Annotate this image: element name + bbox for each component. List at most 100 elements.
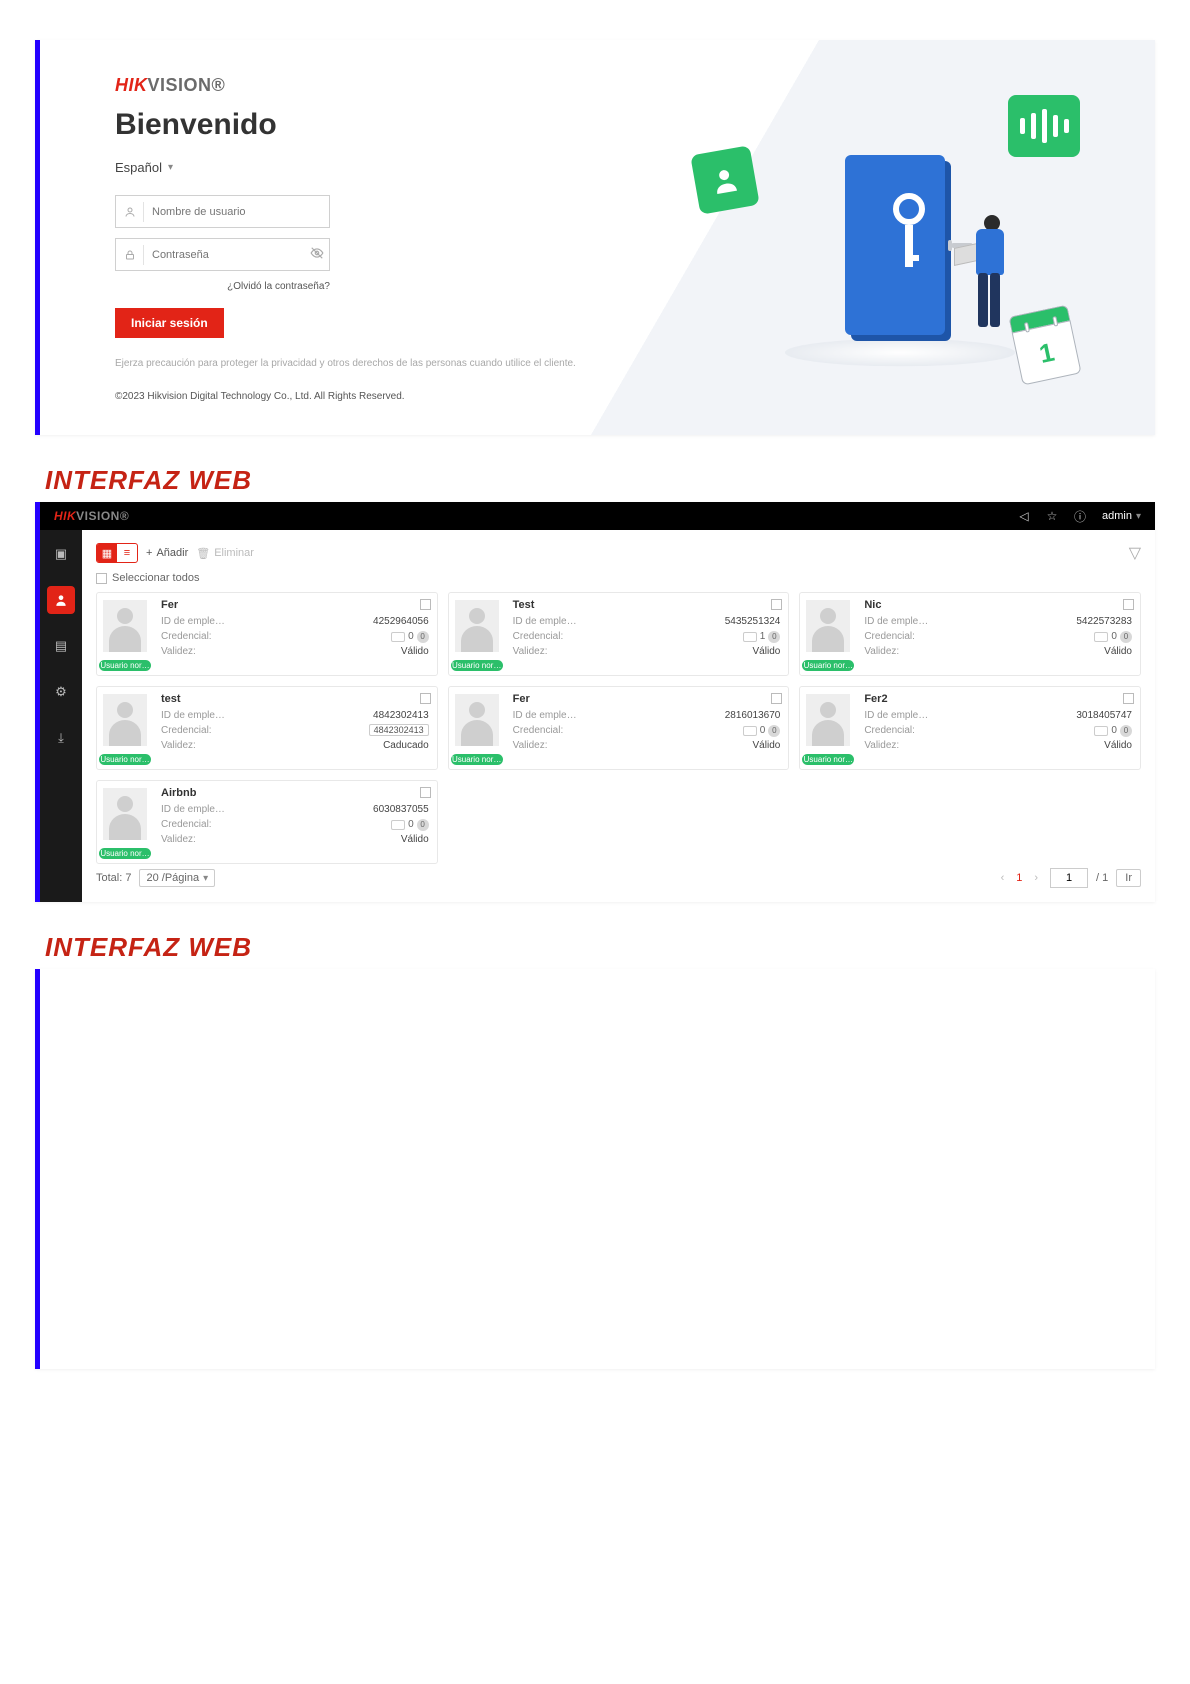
nav-settings-icon[interactable]: ⚙	[47, 678, 75, 706]
chevron-down-icon: ▾	[1136, 511, 1141, 522]
password-input[interactable]	[144, 249, 305, 261]
language-value: Español	[115, 160, 162, 175]
card-checkbox[interactable]	[1123, 693, 1134, 704]
select-all-row[interactable]: Seleccionar todos	[96, 572, 1141, 584]
avatar-placeholder	[455, 694, 499, 746]
nav-users-icon[interactable]	[47, 586, 75, 614]
card-checkbox[interactable]	[420, 693, 431, 704]
user-type-badge: Usuario nor…	[802, 660, 854, 671]
empty-panel	[35, 969, 1155, 1369]
user-card[interactable]: Usuario nor… Fer ID de emple…2816013670 …	[448, 686, 790, 770]
credential-value: 0 0	[391, 631, 429, 643]
user-icon	[116, 202, 144, 222]
credential-value: 0 0	[1094, 725, 1132, 737]
user-name: Nic	[864, 599, 1132, 611]
brand-rest: VISION®	[148, 75, 226, 95]
go-button[interactable]: Ir	[1116, 869, 1141, 887]
user-type-badge: Usuario nor…	[99, 754, 151, 765]
person-illustration	[950, 215, 1015, 345]
grid-view-icon[interactable]: ▦	[97, 544, 117, 562]
section-title: INTERFAZ WEB	[45, 932, 1155, 963]
credential-label: Credencial:	[513, 631, 564, 642]
filter-icon[interactable]: ▽	[1129, 543, 1141, 563]
avatar-placeholder	[455, 600, 499, 652]
avatar-placeholder	[806, 600, 850, 652]
user-type-badge: Usuario nor…	[451, 754, 503, 765]
chevron-down-icon: ▾	[168, 162, 173, 173]
select-all-checkbox[interactable]	[96, 573, 107, 584]
id-label: ID de emple…	[513, 710, 577, 721]
id-label: ID de emple…	[864, 616, 928, 627]
trash-icon: 🗑	[196, 547, 210, 560]
side-nav: ▣ ▤ ⚙ ⤓	[40, 530, 82, 902]
user-badge-icon	[690, 145, 760, 215]
credential-label: Credencial:	[864, 631, 915, 642]
user-name: Fer	[513, 693, 781, 705]
next-page-icon[interactable]: ›	[1030, 872, 1042, 884]
user-type-badge: Usuario nor…	[99, 660, 151, 671]
plus-icon: +	[146, 547, 152, 559]
id-value: 5435251324	[725, 616, 781, 627]
id-label: ID de emple…	[513, 616, 577, 627]
add-button[interactable]: + Añadir	[146, 547, 188, 559]
topbar-brand: HIKVISION®	[54, 509, 129, 523]
avatar-placeholder	[806, 694, 850, 746]
user-card[interactable]: Usuario nor… Test ID de emple…5435251324…	[448, 592, 790, 676]
nav-export-icon[interactable]: ⤓	[47, 724, 75, 752]
current-page[interactable]: 1	[1016, 872, 1022, 884]
user-card[interactable]: Usuario nor… Fer2 ID de emple…3018405747…	[799, 686, 1141, 770]
wave-badge-icon	[1008, 95, 1080, 157]
calendar-date: 1	[1012, 320, 1082, 385]
user-name: Fer	[161, 599, 429, 611]
password-field[interactable]	[115, 238, 330, 271]
validity-value: Válido	[1104, 646, 1132, 657]
info-icon[interactable]: ⓘ	[1071, 507, 1089, 525]
id-value: 2816013670	[725, 710, 781, 721]
card-checkbox[interactable]	[1123, 599, 1134, 610]
view-toggle[interactable]: ▦ ≡	[96, 543, 138, 563]
credential-label: Credencial:	[161, 819, 212, 830]
validity-label: Validez:	[161, 834, 196, 845]
username-field[interactable]	[115, 195, 330, 228]
eye-off-icon[interactable]	[305, 246, 329, 263]
pagination: Total: 7 20 /Página ▾ ‹ 1 › / 1 Ir	[96, 864, 1141, 892]
user-type-badge: Usuario nor…	[451, 660, 503, 671]
help-icon[interactable]: ☆	[1043, 507, 1061, 525]
delete-button[interactable]: 🗑 Eliminar	[196, 547, 254, 560]
user-card[interactable]: Usuario nor… Fer ID de emple…4252964056 …	[96, 592, 438, 676]
list-view-icon[interactable]: ≡	[117, 544, 137, 562]
credential-value: 4842302413	[369, 725, 429, 736]
user-card[interactable]: Usuario nor… Airbnb ID de emple…60308370…	[96, 780, 438, 864]
avatar-placeholder	[103, 600, 147, 652]
prev-page-icon[interactable]: ‹	[997, 872, 1009, 884]
nav-dashboard-icon[interactable]: ▣	[47, 540, 75, 568]
card-checkbox[interactable]	[420, 787, 431, 798]
card-checkbox[interactable]	[771, 599, 782, 610]
user-menu[interactable]: admin ▾	[1102, 510, 1141, 522]
validity-value: Válido	[401, 834, 429, 845]
id-value: 4252964056	[373, 616, 429, 627]
credential-value: 0 0	[1094, 631, 1132, 643]
card-checkbox[interactable]	[771, 693, 782, 704]
page-size-selector[interactable]: 20 /Página ▾	[139, 869, 215, 887]
user-card[interactable]: Usuario nor… Nic ID de emple…5422573283 …	[799, 592, 1141, 676]
user-card[interactable]: Usuario nor… test ID de emple…4842302413…	[96, 686, 438, 770]
avatar-placeholder	[103, 788, 147, 840]
announce-icon[interactable]: ◁	[1015, 507, 1033, 525]
credential-value: 0 0	[743, 725, 781, 737]
page-goto-input[interactable]	[1050, 868, 1088, 888]
card-checkbox[interactable]	[420, 599, 431, 610]
credential-label: Credencial:	[161, 631, 212, 642]
login-screenshot: HIKVISION® Bienvenido Español ▾ ¿Olvidó …	[35, 40, 1155, 435]
validity-value: Caducado	[383, 740, 429, 751]
username-input[interactable]	[144, 206, 329, 218]
section-title: INTERFAZ WEB	[45, 465, 1155, 496]
validity-label: Validez:	[864, 646, 899, 657]
forgot-password-link[interactable]: ¿Olvidó la contraseña?	[115, 281, 330, 292]
id-label: ID de emple…	[161, 804, 225, 815]
nav-clipboard-icon[interactable]: ▤	[47, 632, 75, 660]
admin-screenshot: HIKVISION® ◁ ☆ ⓘ admin ▾ ▣ ▤ ⚙ ⤓	[35, 502, 1155, 902]
username-label: admin	[1102, 510, 1132, 522]
avatar-placeholder	[103, 694, 147, 746]
login-button[interactable]: Iniciar sesión	[115, 308, 224, 338]
